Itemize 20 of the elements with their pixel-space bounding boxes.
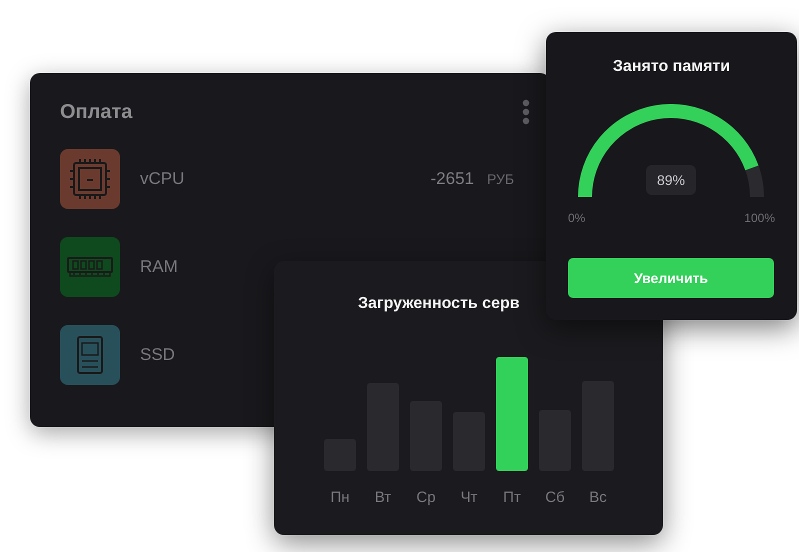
day-label: Чт — [460, 489, 478, 506]
day-label: Вс — [588, 489, 608, 506]
day-label: Сб — [544, 489, 566, 506]
card-title: Занято памяти — [612, 57, 732, 76]
resource-name: RAM — [140, 257, 179, 277]
card-title: Загруженность серв — [358, 295, 520, 313]
resource-name: SSD — [140, 345, 176, 365]
increase-button[interactable]: Увеличить — [568, 258, 774, 298]
day-label: Пн — [329, 489, 351, 506]
day-label: Пт — [502, 489, 522, 506]
currency: РУБ — [487, 171, 514, 187]
amount: -2651 — [430, 169, 474, 189]
gauge-reading: 89% — [646, 165, 696, 195]
min-label: 0% — [568, 211, 586, 225]
more-icon[interactable] — [522, 99, 530, 125]
day-label: Ср — [415, 489, 437, 506]
card-title: Оплата — [60, 100, 132, 124]
max-label: 100% — [744, 211, 775, 225]
day-label: Вт — [374, 489, 392, 506]
resource-name: vCPU — [140, 169, 186, 189]
